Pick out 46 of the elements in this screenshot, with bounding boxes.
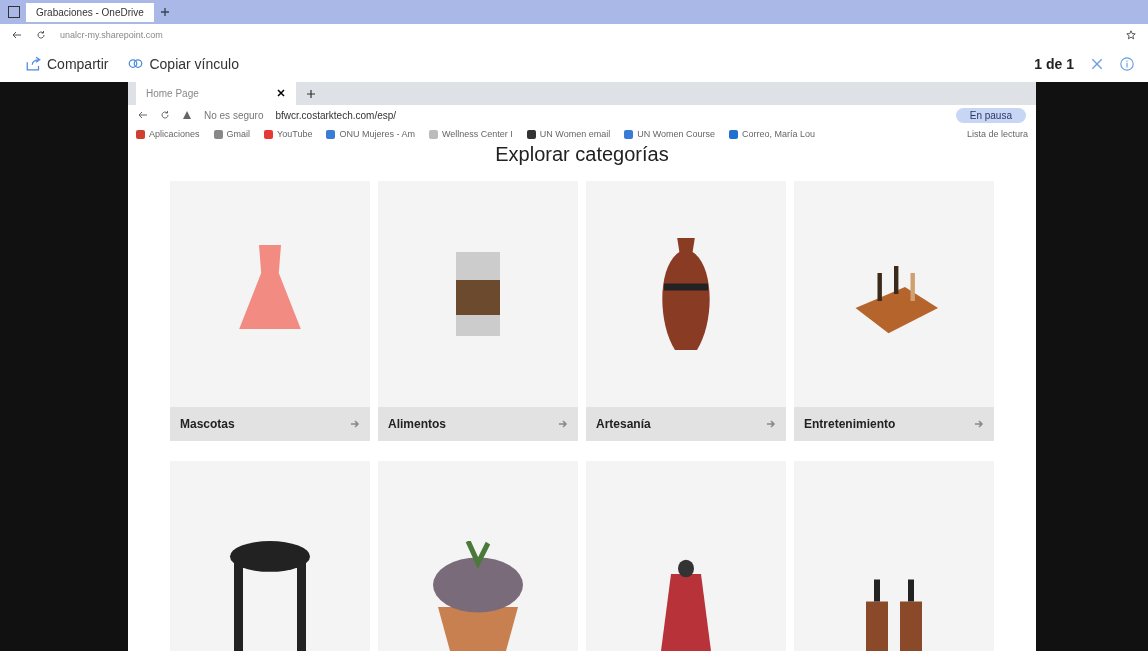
category-label: Alimentos (378, 407, 578, 441)
bookmark[interactable]: UN Women email (526, 129, 611, 140)
share-icon (26, 56, 41, 71)
browser-tab[interactable]: Home Page (136, 82, 296, 106)
warning-icon (182, 110, 192, 121)
star-icon[interactable] (1126, 30, 1136, 40)
address-text[interactable]: bfwcr.costarktech.com/esp/ (275, 109, 397, 121)
bookmark[interactable]: Correo, María Lou (729, 129, 816, 140)
category-card[interactable] (170, 461, 370, 651)
category-label: Artesanía (586, 407, 786, 441)
info-icon[interactable] (1120, 57, 1134, 71)
new-tab-icon[interactable] (306, 88, 316, 99)
refresh-icon[interactable] (36, 30, 46, 40)
bookmark[interactable]: Wellness Center I (428, 129, 513, 140)
arrow-icon (558, 419, 568, 429)
security-label: No es seguro (204, 109, 264, 121)
back-icon[interactable] (12, 30, 22, 40)
category-label: Entretenimiento (794, 407, 994, 441)
close-icon[interactable] (276, 88, 286, 99)
back-icon[interactable] (138, 110, 148, 121)
category-card[interactable]: Artesanía (586, 181, 786, 441)
bookmark[interactable]: ONU Mujeres - Am (326, 129, 415, 140)
refresh-icon[interactable] (160, 110, 170, 121)
browser-tab[interactable]: Grabaciones - OneDrive (26, 2, 154, 22)
address-field[interactable]: unalcr-my.sharepoint.com (60, 30, 1112, 40)
profile-button[interactable]: En pausa (955, 107, 1026, 123)
category-card[interactable]: Entretenimiento (794, 181, 994, 441)
category-card[interactable]: Mascotas (170, 181, 370, 441)
bookmark[interactable]: UN Women Course (624, 129, 716, 140)
arrow-icon (974, 419, 984, 429)
category-card[interactable] (794, 461, 994, 651)
bookmark[interactable]: Aplicaciones (136, 129, 200, 140)
new-tab-icon[interactable] (159, 7, 170, 17)
arrow-icon (766, 419, 776, 429)
share-button[interactable]: Compartir (24, 54, 111, 74)
bookmark[interactable]: Gmail (213, 129, 251, 140)
reading-list[interactable]: Lista de lectura (966, 129, 1028, 140)
page-heading: Explorar categorías (494, 143, 670, 165)
link-icon (128, 56, 144, 71)
category-card[interactable]: Alimentos (378, 181, 578, 441)
arrow-icon (350, 419, 360, 429)
window-icon (8, 6, 20, 18)
bookmark[interactable]: YouTube (264, 129, 313, 140)
category-label: Mascotas (170, 407, 370, 441)
page-count: 1 de 1 (1034, 56, 1074, 72)
copy-link-button[interactable]: Copiar vínculo (126, 54, 241, 74)
